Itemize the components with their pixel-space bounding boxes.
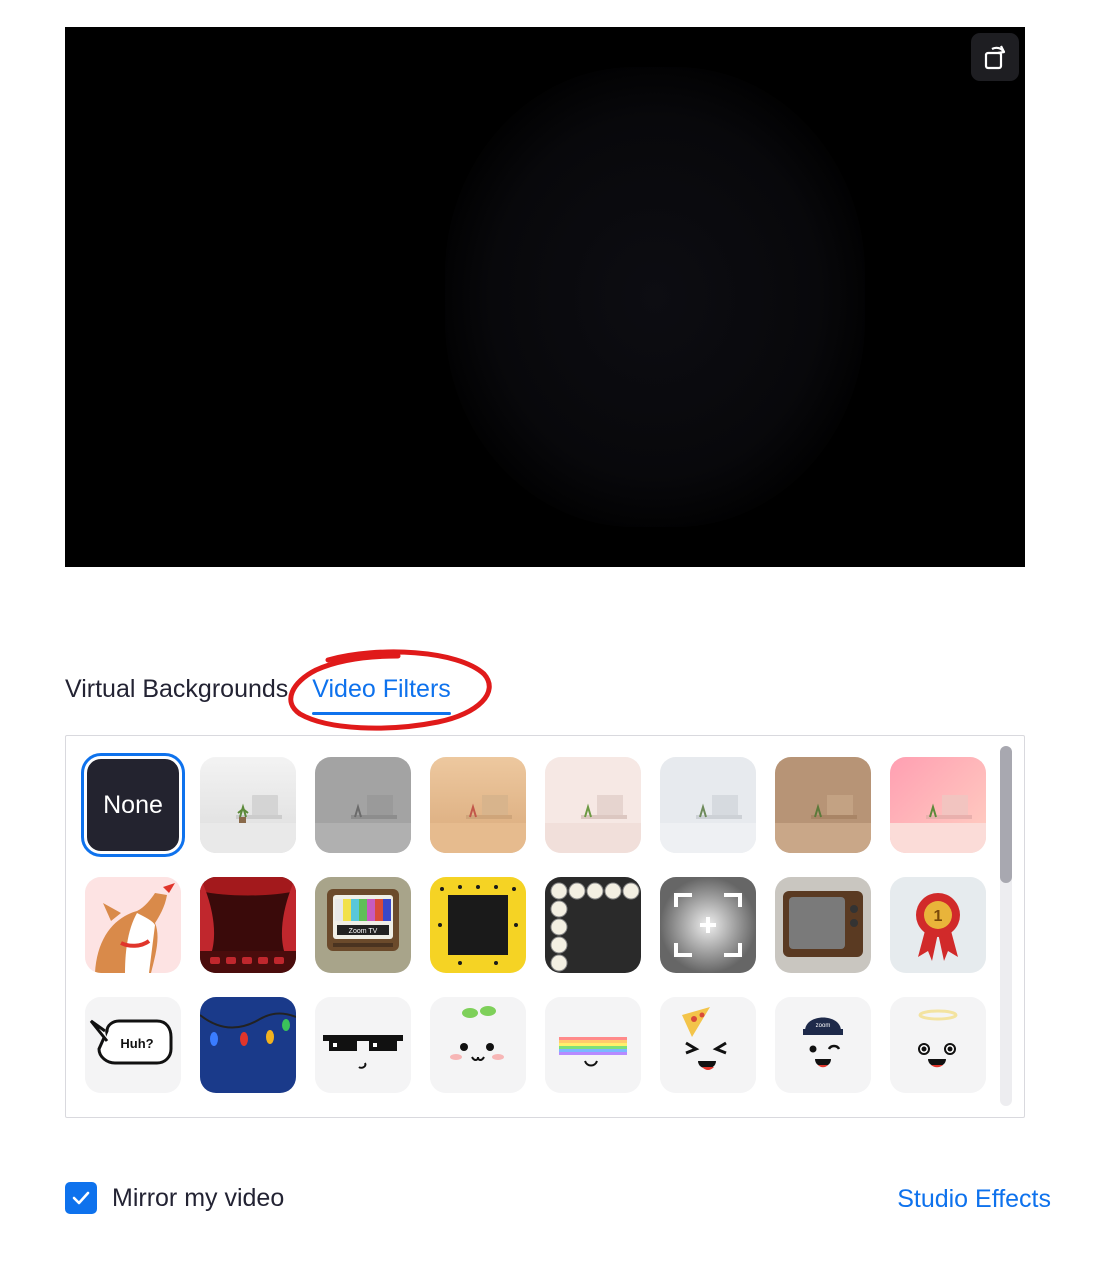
- filter-halo[interactable]: [890, 997, 986, 1093]
- filter-grid: None Zoom TV 1 Huh? zoom: [81, 753, 990, 1093]
- filter-silver-room[interactable]: [660, 757, 756, 853]
- filter-tan-room[interactable]: [430, 757, 526, 853]
- filter-camera-frame[interactable]: [660, 877, 756, 973]
- filter-speech-bubble[interactable]: Huh?: [85, 997, 181, 1093]
- checkmark-icon: [72, 1191, 90, 1205]
- filter-pink-room[interactable]: [890, 757, 986, 853]
- filter-none-label: None: [103, 790, 163, 819]
- filter-sprout[interactable]: [430, 997, 526, 1093]
- filter-brown-room[interactable]: [775, 757, 871, 853]
- filter-gray-room[interactable]: [315, 757, 411, 853]
- filter-bulb-frame[interactable]: [545, 877, 641, 973]
- mirror-video-checkbox[interactable]: [65, 1182, 97, 1214]
- filter-emoji-frame[interactable]: [430, 877, 526, 973]
- filter-zoom-cap[interactable]: zoom: [775, 997, 871, 1093]
- studio-effects-link[interactable]: Studio Effects: [897, 1185, 1051, 1214]
- filter-scrollbar[interactable]: [1000, 746, 1012, 1106]
- rotate-camera-icon: [984, 45, 1006, 70]
- filter-none[interactable]: None: [81, 753, 185, 857]
- filter-string-lights[interactable]: [200, 997, 296, 1093]
- mirror-video-row: Mirror my video: [65, 1182, 284, 1214]
- retro-tv-label: Zoom TV: [349, 928, 378, 935]
- filter-blush-room[interactable]: [545, 757, 641, 853]
- rotate-camera-button[interactable]: [971, 33, 1019, 81]
- filter-old-tv[interactable]: [775, 877, 871, 973]
- filter-white-room[interactable]: [200, 757, 296, 853]
- bubble-text: Huh?: [120, 1036, 153, 1051]
- video-preview: [65, 27, 1025, 567]
- filter-retro-tv[interactable]: Zoom TV: [315, 877, 411, 973]
- ribbon-number: 1: [934, 908, 943, 925]
- filter-theater-curtains[interactable]: [200, 877, 296, 973]
- filter-first-place-ribbon[interactable]: 1: [890, 877, 986, 973]
- tab-video-filters-label: Video Filters: [312, 675, 451, 703]
- filter-pizza-hat[interactable]: [660, 997, 756, 1093]
- cap-text: zoom: [816, 1023, 831, 1029]
- tab-virtual-backgrounds[interactable]: Virtual Backgrounds: [65, 672, 288, 722]
- tab-video-filters[interactable]: Video Filters: [312, 672, 451, 722]
- filter-rainbow[interactable]: [545, 997, 641, 1093]
- mirror-video-label[interactable]: Mirror my video: [112, 1184, 284, 1213]
- filter-grid-panel: None Zoom TV 1 Huh? zoom: [65, 735, 1025, 1118]
- active-tab-indicator: [312, 712, 451, 715]
- filter-scrollbar-thumb[interactable]: [1000, 746, 1012, 883]
- filter-pixel-sunglasses[interactable]: [315, 997, 411, 1093]
- filter-corgi[interactable]: [85, 877, 181, 973]
- preview-subject: [445, 67, 865, 527]
- background-tabs: Virtual Backgrounds Video Filters: [65, 672, 451, 722]
